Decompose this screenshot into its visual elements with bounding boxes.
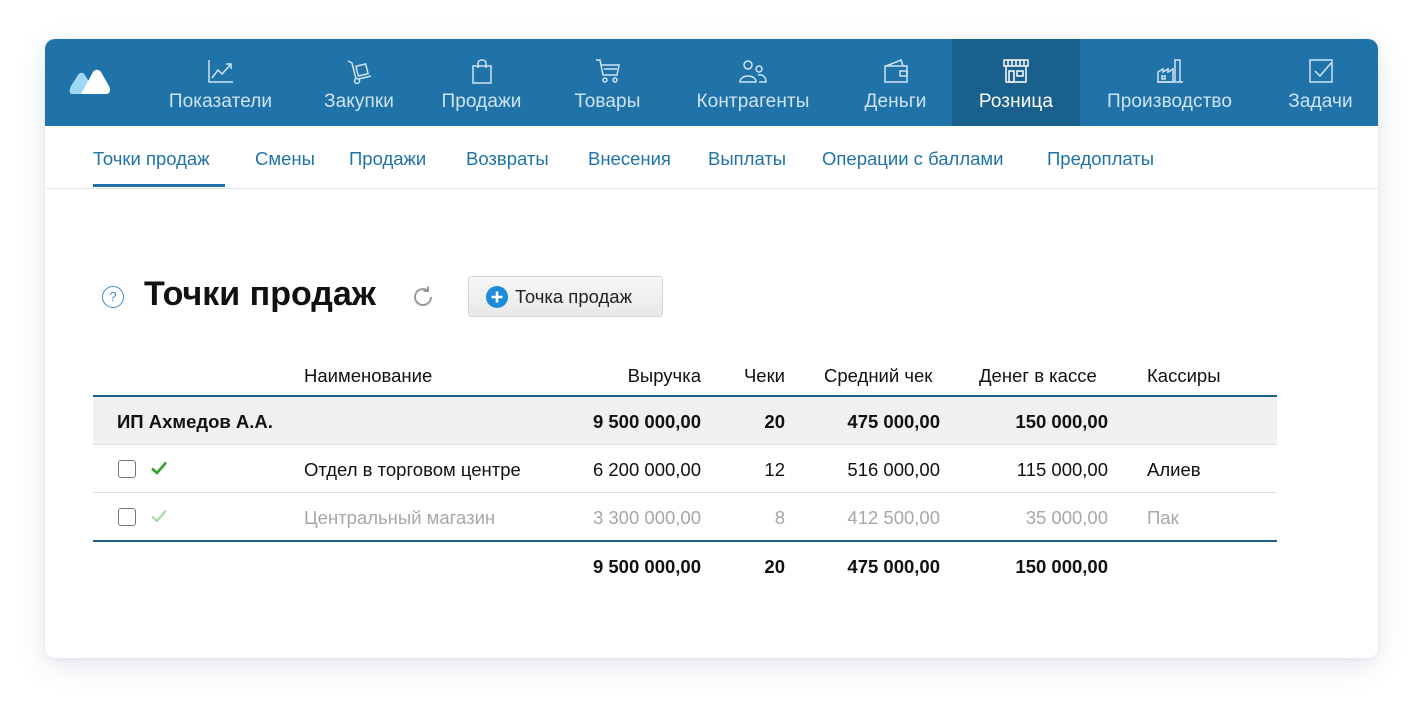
table-header: Наименование Выручка Чеки Средний чек Де… <box>93 357 1277 397</box>
add-button-label: Точка продаж <box>515 285 632 307</box>
total-cash: 150 000,00 <box>1015 556 1108 577</box>
nav-item-production[interactable]: Производство <box>1098 39 1241 126</box>
factory-icon <box>1156 59 1183 83</box>
nav-label: Продажи <box>441 91 522 112</box>
row-checks: 12 <box>764 459 785 480</box>
refresh-icon[interactable] <box>411 285 435 309</box>
group-revenue: 9 500 000,00 <box>592 411 701 432</box>
nav-item-products[interactable]: Товары <box>558 39 657 126</box>
group-avg-check: 475 000,00 <box>847 411 940 432</box>
column-header-cash[interactable]: Денег в кассе <box>979 365 1097 387</box>
group-row: ИП Ахмедов А.А. 9 500 000,00 20 475 000,… <box>93 397 1277 445</box>
app-window: Показатели Закупки Продажи Товары Контра… <box>45 39 1378 658</box>
total-avg-check: 475 000,00 <box>847 556 940 577</box>
column-header-name[interactable]: Наименование <box>304 365 432 387</box>
nav-item-contractors[interactable]: Контрагенты <box>678 39 828 126</box>
row-cashiers: Пак <box>1147 507 1179 528</box>
tab-deposits[interactable]: Внесения <box>588 148 671 170</box>
row-checks: 8 <box>774 507 785 528</box>
nav-label: Показатели <box>168 91 273 112</box>
column-header-cashiers[interactable]: Кассиры <box>1147 365 1221 387</box>
storefront-icon <box>1003 59 1029 83</box>
group-checks: 20 <box>764 411 785 432</box>
shopping-bag-icon <box>471 59 492 84</box>
row-cashiers: Алиев <box>1147 459 1201 480</box>
active-tab-indicator <box>93 184 225 187</box>
nav-item-money[interactable]: Деньги <box>848 39 943 126</box>
checkbox-icon <box>1308 59 1333 83</box>
sales-points-table: Наименование Выручка Чеки Средний чек Де… <box>93 357 1277 589</box>
top-navigation: Показатели Закупки Продажи Товары Контра… <box>45 39 1378 126</box>
page-title: Точки продаж <box>144 275 376 313</box>
total-checks: 20 <box>764 556 785 577</box>
plus-circle-icon <box>486 285 508 308</box>
row-name[interactable]: Отдел в торговом центре <box>304 459 521 481</box>
tab-sales[interactable]: Продажи <box>349 148 426 170</box>
help-icon[interactable]: ? <box>102 286 124 308</box>
nav-label: Закупки <box>324 91 394 112</box>
cart-icon <box>595 59 620 83</box>
nav-item-indicators[interactable]: Показатели <box>155 39 286 126</box>
row-cash: 115 000,00 <box>1016 459 1108 480</box>
tab-points-operations[interactable]: Операции с баллами <box>822 148 1003 170</box>
table-row[interactable]: Центральный магазин 3 300 000,00 8 412 5… <box>93 493 1277 542</box>
row-name[interactable]: Центральный магазин <box>304 507 495 529</box>
active-check-icon <box>151 461 167 475</box>
nav-label: Розница <box>978 91 1054 112</box>
chart-line-icon <box>207 60 233 83</box>
total-revenue: 9 500 000,00 <box>592 556 701 577</box>
wallet-icon <box>883 59 908 83</box>
add-sales-point-button[interactable]: Точка продаж <box>468 276 663 317</box>
column-header-avg-check[interactable]: Средний чек <box>824 365 932 387</box>
column-header-revenue[interactable]: Выручка <box>628 365 701 387</box>
nav-item-purchases[interactable]: Закупки <box>304 39 414 126</box>
nav-label: Задачи <box>1288 91 1353 112</box>
tab-sales-points[interactable]: Точки продаж <box>93 148 210 170</box>
nav-label: Товары <box>574 91 641 112</box>
nav-item-tasks[interactable]: Задачи <box>1273 39 1368 126</box>
table-row[interactable]: Отдел в торговом центре 6 200 000,00 12 … <box>93 445 1277 493</box>
column-header-checks[interactable]: Чеки <box>744 365 785 387</box>
inactive-check-icon <box>151 509 167 523</box>
hand-truck-icon <box>347 60 372 85</box>
app-logo[interactable] <box>69 66 111 96</box>
row-cash: 35 000,00 <box>1025 507 1108 528</box>
total-row: 9 500 000,00 20 475 000,00 150 000,00 <box>93 542 1277 589</box>
row-checkbox[interactable] <box>118 460 136 478</box>
row-avg-check: 516 000,00 <box>847 459 940 480</box>
nav-item-retail[interactable]: Розница <box>952 39 1080 126</box>
tab-payouts[interactable]: Выплаты <box>708 148 786 170</box>
row-revenue: 3 300 000,00 <box>592 507 701 528</box>
nav-label: Контрагенты <box>696 91 810 112</box>
nav-label: Деньги <box>864 91 927 112</box>
row-revenue: 6 200 000,00 <box>592 459 701 480</box>
nav-label: Производство <box>1106 91 1233 112</box>
group-cash: 150 000,00 <box>1015 411 1108 432</box>
tab-shifts[interactable]: Смены <box>255 148 315 170</box>
tab-prepayments[interactable]: Предоплаты <box>1047 148 1154 170</box>
group-name: ИП Ахмедов А.А. <box>117 411 273 432</box>
sub-navigation: Точки продаж Смены Продажи Возвраты Внес… <box>45 126 1378 189</box>
row-checkbox[interactable] <box>118 508 136 526</box>
people-icon <box>739 60 767 83</box>
tab-returns[interactable]: Возвраты <box>466 148 549 170</box>
row-avg-check: 412 500,00 <box>847 507 940 528</box>
nav-item-sales[interactable]: Продажи <box>427 39 536 126</box>
